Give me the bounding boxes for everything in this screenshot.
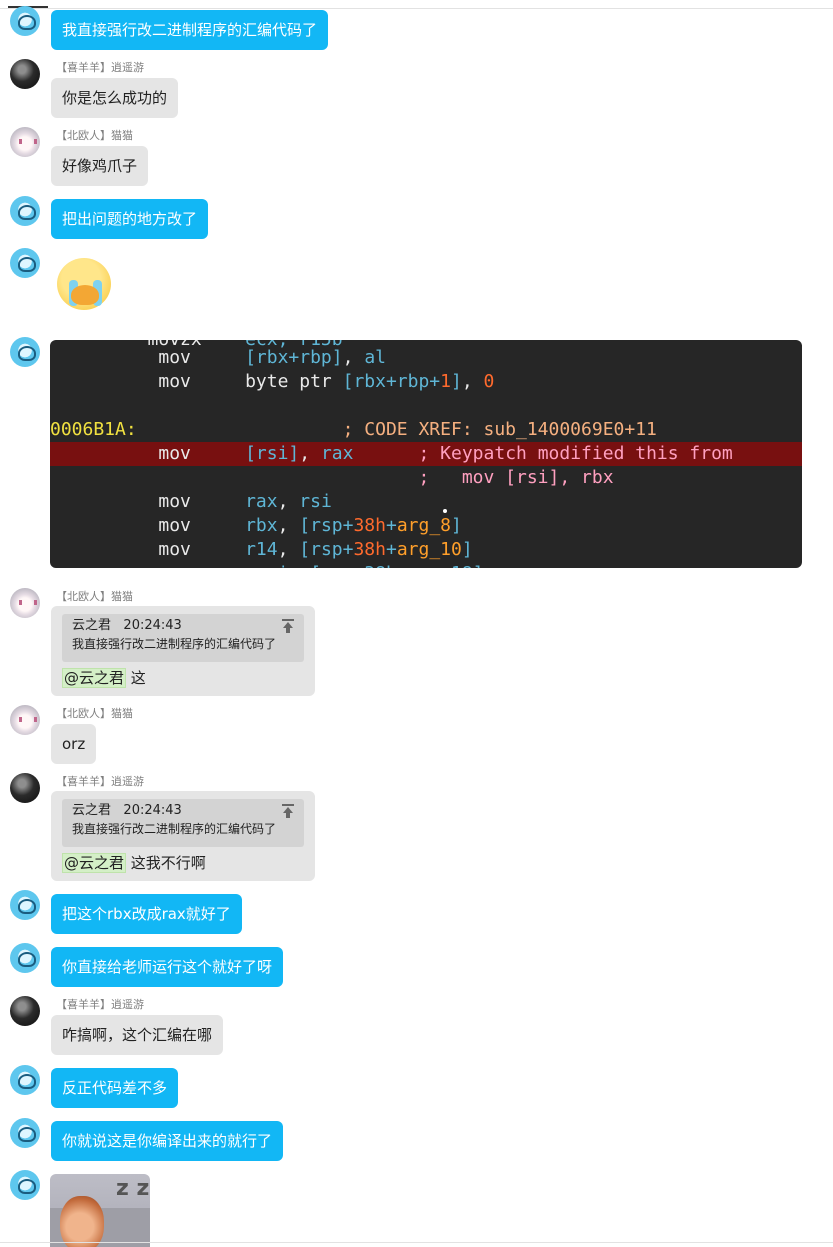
code-line: mov rax, rsi (158, 491, 332, 512)
quote-time: 20:24:43 (123, 618, 182, 633)
code-line: mov [rbx+rbp], al (158, 347, 386, 368)
message-bubble[interactable]: 把这个rbx改成rax就好了 (51, 894, 242, 934)
self-avatar-icon[interactable] (10, 196, 40, 226)
sender-name[interactable]: 【北欧人】猫猫 (56, 707, 133, 721)
self-avatar-icon[interactable] (10, 337, 40, 367)
quote-author: 云之君 (72, 803, 112, 818)
top-divider (0, 0, 833, 9)
code-line-partial: mov rsi, [rsp+38h+arg_18] (50, 562, 483, 568)
reply-text: @云之君 这 (62, 666, 146, 690)
self-avatar-icon[interactable] (10, 890, 40, 920)
user-avatar-icon[interactable] (10, 59, 40, 89)
quote-header: 云之君 20:24:43 (72, 617, 182, 635)
sleeping-boy-meme-image[interactable]: z z (50, 1174, 150, 1247)
reply-content: 这我不行啊 (130, 854, 206, 872)
bottom-divider (0, 1242, 833, 1243)
self-avatar-icon[interactable] (10, 1065, 40, 1095)
code-line: mov rbx, [rsp+38h+arg_8] (158, 515, 462, 536)
quoted-message[interactable]: 云之君 20:24:43 我直接强行改二进制程序的汇编代码了 (62, 614, 304, 662)
sleep-z-glyph: z z (116, 1176, 150, 1201)
quote-time: 20:24:43 (123, 803, 182, 818)
code-screenshot-image[interactable]: movzx ecx, r15b mov [rbx+rbp], al mov by… (50, 340, 802, 568)
quote-author: 云之君 (72, 618, 112, 633)
code-line-highlighted: mov [rsi], rax ; Keypatch modified this … (50, 442, 802, 466)
image-head (60, 1196, 104, 1247)
message-bubble[interactable]: 你是怎么成功的 (51, 78, 179, 118)
sender-name[interactable]: 【北欧人】猫猫 (56, 129, 133, 143)
message-bubble[interactable]: 我直接强行改二进制程序的汇编代码了 (51, 10, 329, 50)
quoted-message[interactable]: 云之君 20:24:43 我直接强行改二进制程序的汇编代码了 (62, 799, 304, 847)
quote-reply-bubble[interactable]: 云之君 20:24:43 我直接强行改二进制程序的汇编代码了 @云之君 这 (51, 606, 315, 696)
quote-text: 我直接强行改二进制程序的汇编代码了 (72, 637, 277, 651)
mention-tag[interactable]: @云之君 (62, 668, 127, 688)
message-bubble[interactable]: 你就说这是你编译出来的就行了 (51, 1121, 284, 1161)
self-avatar-icon[interactable] (10, 248, 40, 278)
sender-name[interactable]: 【喜羊羊】逍遥游 (56, 61, 144, 75)
code-line-label: 0006B1A: ; CODE XREF: sub_1400069E0+11 (50, 419, 657, 440)
jump-to-top-icon[interactable] (281, 804, 295, 818)
quote-header: 云之君 20:24:43 (72, 802, 182, 820)
message-bubble[interactable]: 你直接给老师运行这个就好了呀 (51, 947, 284, 987)
reply-content: 这 (130, 669, 146, 687)
message-bubble[interactable]: 把出问题的地方改了 (51, 199, 209, 239)
user-avatar-icon[interactable] (10, 588, 40, 618)
self-avatar-icon[interactable] (10, 6, 40, 36)
reply-text: @云之君 这我不行啊 (62, 851, 206, 875)
sender-name[interactable]: 【喜羊羊】逍遥游 (56, 998, 144, 1012)
self-avatar-icon[interactable] (10, 1118, 40, 1148)
quote-reply-bubble[interactable]: 云之君 20:24:43 我直接强行改二进制程序的汇编代码了 @云之君 这我不行… (51, 791, 315, 881)
user-avatar-icon[interactable] (10, 773, 40, 803)
message-bubble[interactable]: 反正代码差不多 (51, 1068, 179, 1108)
jump-to-top-icon[interactable] (281, 619, 295, 633)
code-line: mov r14, [rsp+38h+arg_10] (158, 539, 473, 560)
user-avatar-icon[interactable] (10, 127, 40, 157)
self-avatar-icon[interactable] (10, 1170, 40, 1200)
sender-name[interactable]: 【喜羊羊】逍遥游 (56, 775, 144, 789)
self-avatar-icon[interactable] (10, 943, 40, 973)
user-avatar-icon[interactable] (10, 996, 40, 1026)
crying-emoji-sticker[interactable] (51, 252, 118, 316)
sender-name[interactable]: 【北欧人】猫猫 (56, 590, 133, 604)
sticker-hand (71, 285, 99, 305)
message-bubble[interactable]: orz (51, 724, 97, 764)
message-bubble[interactable]: 咋搞啊，这个汇编在哪 (51, 1015, 224, 1055)
mouse-cursor-dot (443, 509, 447, 513)
message-bubble[interactable]: 好像鸡爪子 (51, 146, 149, 186)
code-line: mov byte ptr [rbx+rbp+1], 0 (158, 371, 495, 392)
mention-tag[interactable]: @云之君 (62, 853, 127, 873)
quote-text: 我直接强行改二进制程序的汇编代码了 (72, 822, 277, 836)
user-avatar-icon[interactable] (10, 705, 40, 735)
code-line: ; mov [rsi], rbx (418, 467, 614, 488)
